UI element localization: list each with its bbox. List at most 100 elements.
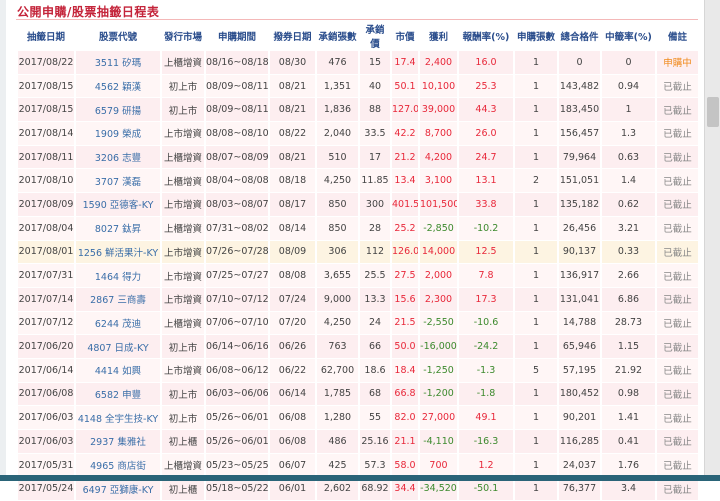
cell-profit: -1,250 bbox=[420, 358, 457, 383]
cell-market-price: 18.4 bbox=[392, 358, 418, 383]
cell-subscription-units: 1 bbox=[515, 122, 557, 146]
cell-market-price: 50.1 bbox=[392, 74, 418, 99]
cell-stock-code[interactable]: 4414 如興 bbox=[76, 358, 160, 383]
cell-remark: 已截止 bbox=[657, 287, 698, 312]
scrollbar-thumb[interactable] bbox=[707, 97, 719, 127]
cell-subscription-units: 1 bbox=[515, 98, 557, 123]
cell-stock-code[interactable]: 1590 亞德客-KY bbox=[76, 193, 160, 217]
cell-win-rate: 0.98 bbox=[602, 382, 655, 407]
cell-underwritten-units: 476 bbox=[317, 51, 358, 75]
cell-subscription-period: 08/16~08/18 bbox=[206, 51, 268, 75]
header-market-price: 市價 bbox=[392, 21, 418, 51]
scrollbar-track[interactable] bbox=[704, 0, 720, 475]
header-qualified-count: 總合格件 bbox=[559, 21, 600, 51]
cell-profit: 700 bbox=[420, 453, 457, 478]
cell-draw-date: 2017/08/04 bbox=[18, 216, 74, 241]
cell-return-rate: 16.0 bbox=[459, 51, 513, 75]
cell-market-price: 15.6 bbox=[392, 287, 418, 312]
cell-stock-code[interactable]: 6582 申豐 bbox=[76, 382, 160, 407]
cell-draw-date: 2017/06/14 bbox=[18, 358, 74, 383]
table-row: 2017/08/01 1256 鮮活果汁-KY 上市增資 07/26~07/28 08/… bbox=[18, 240, 698, 265]
cell-market: 上櫃增資 bbox=[162, 216, 204, 241]
cell-subscription-units: 5 bbox=[515, 358, 557, 383]
cell-return-rate: -10.2 bbox=[459, 216, 513, 241]
cell-draw-date: 2017/06/03 bbox=[18, 430, 74, 454]
cell-allocation-date: 08/08 bbox=[270, 264, 315, 288]
cell-stock-code[interactable]: 2867 三商壽 bbox=[76, 287, 160, 312]
cell-market: 上櫃增資 bbox=[162, 169, 204, 194]
cell-underwriting-price: 28 bbox=[360, 216, 390, 241]
cell-stock-code[interactable]: 4965 商店街 bbox=[76, 453, 160, 478]
header-subscription-period: 申購期間 bbox=[206, 21, 268, 51]
cell-subscription-period: 05/23~05/25 bbox=[206, 453, 268, 478]
cell-subscription-units: 1 bbox=[515, 193, 557, 217]
table-row: 2017/08/10 3707 漢磊 上櫃增資 08/04~08/08 08/18 4,2… bbox=[18, 169, 698, 194]
cell-draw-date: 2017/08/15 bbox=[18, 98, 74, 123]
cell-underwriting-price: 55 bbox=[360, 406, 390, 430]
cell-stock-code[interactable]: 3707 漢磊 bbox=[76, 169, 160, 194]
cell-market-price: 126.0 bbox=[392, 240, 418, 265]
cell-subscription-period: 08/08~08/10 bbox=[206, 122, 268, 146]
cell-underwritten-units: 4,250 bbox=[317, 311, 358, 336]
cell-stock-code[interactable]: 1464 得力 bbox=[76, 264, 160, 288]
cell-allocation-date: 08/17 bbox=[270, 193, 315, 217]
cell-stock-code[interactable]: 6244 茂迪 bbox=[76, 311, 160, 336]
cell-subscription-period: 08/04~08/08 bbox=[206, 169, 268, 194]
cell-qualified-count: 14,788 bbox=[559, 311, 600, 336]
cell-win-rate: 21.92 bbox=[602, 358, 655, 383]
cell-underwriting-price: 11.85 bbox=[360, 169, 390, 194]
cell-qualified-count: 183,450 bbox=[559, 98, 600, 123]
header-remark: 備註 bbox=[657, 21, 698, 51]
cell-stock-code[interactable]: 3511 矽瑪 bbox=[76, 51, 160, 75]
cell-market: 上櫃增資 bbox=[162, 453, 204, 478]
cell-draw-date: 2017/08/14 bbox=[18, 122, 74, 146]
cell-market-price: 50.0 bbox=[392, 335, 418, 359]
cell-stock-code[interactable]: 1909 榮成 bbox=[76, 122, 160, 146]
cell-stock-code[interactable]: 3206 志豐 bbox=[76, 145, 160, 170]
cell-qualified-count: 135,182 bbox=[559, 193, 600, 217]
cell-subscription-units: 1 bbox=[515, 240, 557, 265]
cell-underwriting-price: 88 bbox=[360, 98, 390, 123]
table-row: 2017/06/03 4148 全宇生技-KY 初上市 05/26~06/01 06/0… bbox=[18, 406, 698, 430]
cell-underwritten-units: 4,250 bbox=[317, 169, 358, 194]
cell-subscription-units: 1 bbox=[515, 287, 557, 312]
cell-remark: 已截止 bbox=[657, 216, 698, 241]
cell-remark: 已截止 bbox=[657, 169, 698, 194]
cell-market: 初上櫃 bbox=[162, 430, 204, 454]
cell-underwritten-units: 3,655 bbox=[317, 264, 358, 288]
cell-return-rate: 49.1 bbox=[459, 406, 513, 430]
cell-draw-date: 2017/06/20 bbox=[18, 335, 74, 359]
cell-underwritten-units: 486 bbox=[317, 430, 358, 454]
cell-win-rate: 0.63 bbox=[602, 145, 655, 170]
cell-return-rate: 33.8 bbox=[459, 193, 513, 217]
cell-subscription-units: 1 bbox=[515, 406, 557, 430]
cell-stock-code[interactable]: 8027 鈦昇 bbox=[76, 216, 160, 241]
cell-stock-code[interactable]: 6579 研揚 bbox=[76, 98, 160, 123]
table-row: 2017/07/31 1464 得力 上市增資 07/25~07/27 08/08 3,6… bbox=[18, 264, 698, 288]
cell-draw-date: 2017/06/03 bbox=[18, 406, 74, 430]
header-stock-code: 股票代號 bbox=[76, 21, 160, 51]
cell-win-rate: 0.62 bbox=[602, 193, 655, 217]
cell-market-price: 82.0 bbox=[392, 406, 418, 430]
cell-stock-code[interactable]: 4807 日成-KY bbox=[76, 335, 160, 359]
cell-stock-code[interactable]: 4562 穎漢 bbox=[76, 74, 160, 99]
cell-underwritten-units: 763 bbox=[317, 335, 358, 359]
cell-subscription-period: 06/08~06/12 bbox=[206, 358, 268, 383]
cell-subscription-period: 08/09~08/11 bbox=[206, 98, 268, 123]
cell-market: 初上市 bbox=[162, 382, 204, 407]
cell-market: 初上市 bbox=[162, 98, 204, 123]
cell-market-price: 58.0 bbox=[392, 453, 418, 478]
cell-stock-code[interactable]: 1256 鮮活果汁-KY bbox=[76, 240, 160, 265]
cell-stock-code[interactable]: 2937 集雅社 bbox=[76, 430, 160, 454]
cell-market: 上市增資 bbox=[162, 240, 204, 265]
cell-qualified-count: 90,137 bbox=[559, 240, 600, 265]
cell-return-rate: 13.1 bbox=[459, 169, 513, 194]
cell-remark: 已截止 bbox=[657, 430, 698, 454]
cell-draw-date: 2017/06/08 bbox=[18, 382, 74, 407]
cell-remark: 已截止 bbox=[657, 240, 698, 265]
cell-allocation-date: 06/22 bbox=[270, 358, 315, 383]
cell-stock-code[interactable]: 4148 全宇生技-KY bbox=[76, 406, 160, 430]
cell-underwriting-price: 13.3 bbox=[360, 287, 390, 312]
cell-remark: 已截止 bbox=[657, 311, 698, 336]
cell-subscription-period: 08/03~08/07 bbox=[206, 193, 268, 217]
